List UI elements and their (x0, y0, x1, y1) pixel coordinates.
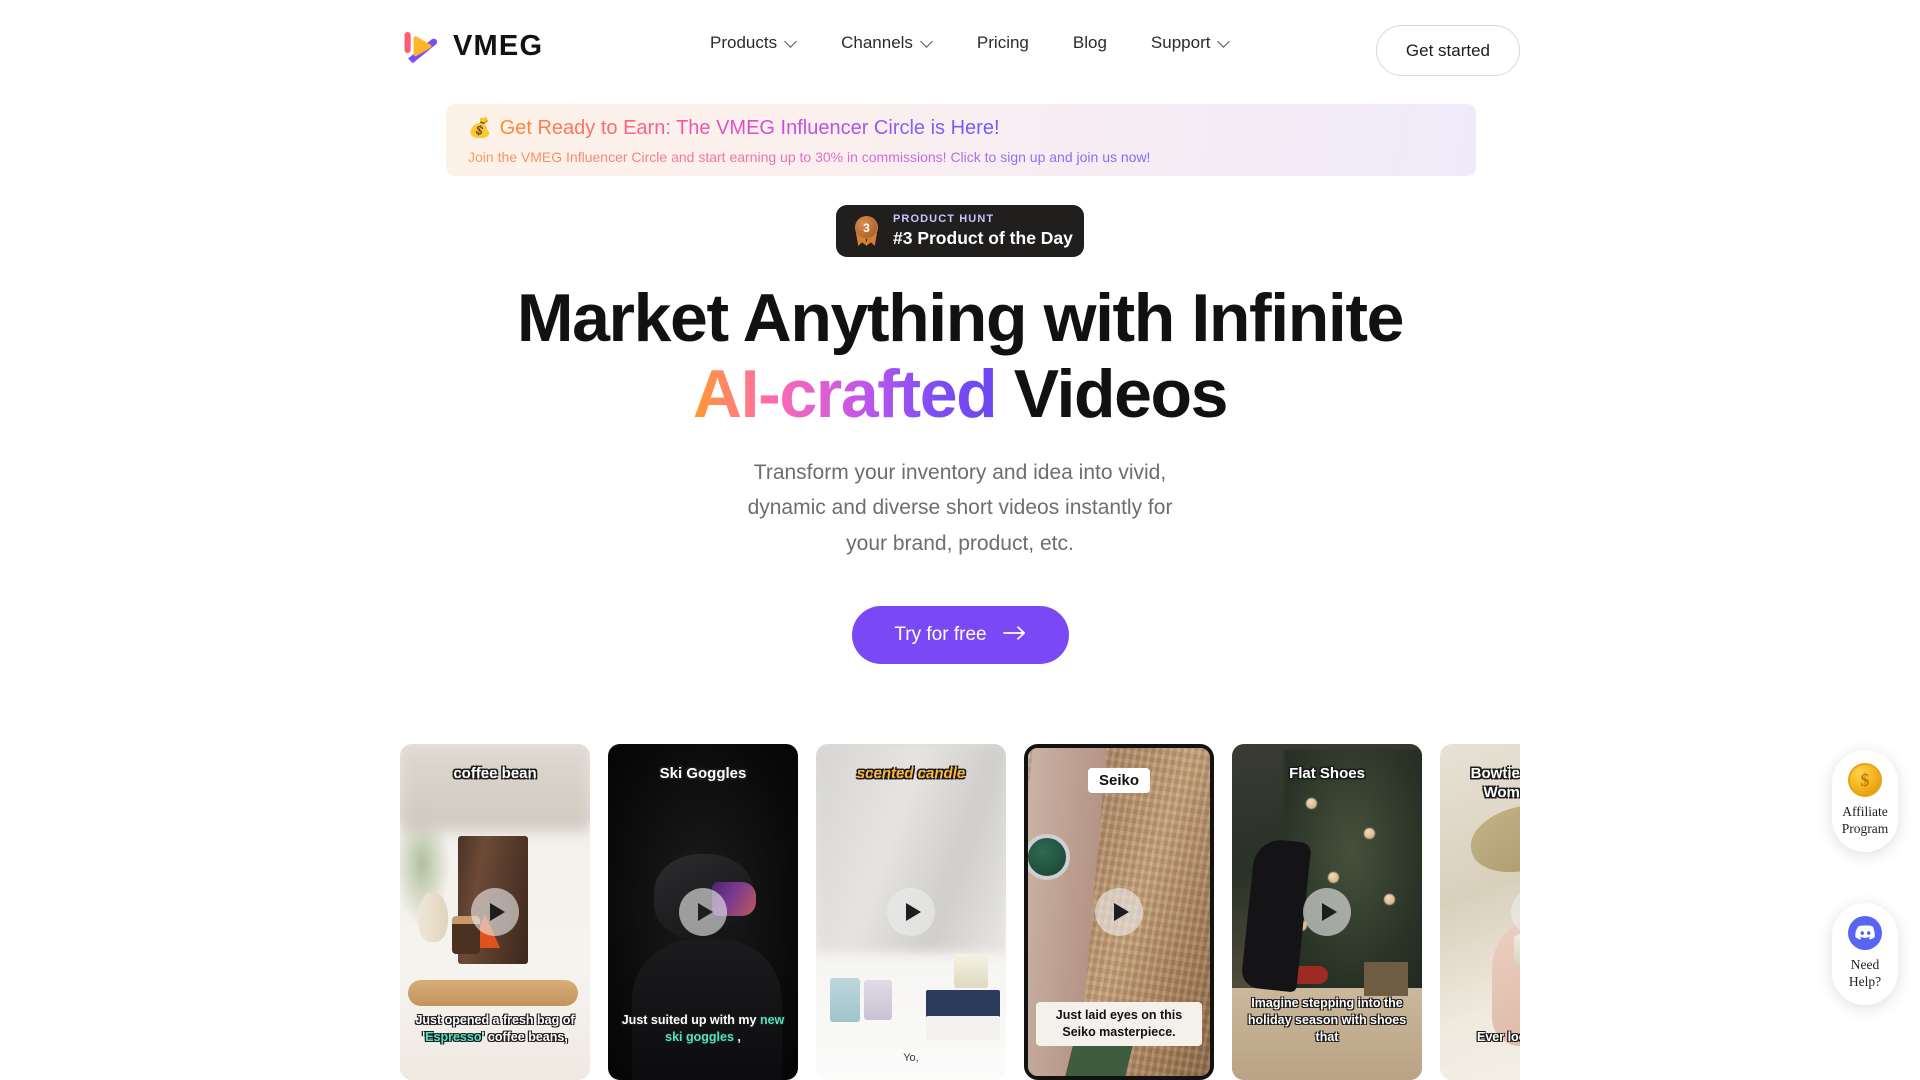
help-label-line1: Need (1850, 957, 1880, 972)
nav-label: Products (710, 33, 778, 52)
card-product-label: Flat Shoes (1289, 765, 1365, 782)
nav-item-support[interactable]: Support (1151, 34, 1231, 51)
arrow-right-icon (1002, 624, 1027, 646)
video-card-coffee-bean[interactable]: coffee bean Just opened a fresh bag of '… (400, 744, 590, 1080)
video-showcase-row[interactable]: coffee bean Just opened a fresh bag of '… (400, 744, 1520, 1080)
card-caption: Yo, (903, 1052, 919, 1065)
play-icon[interactable] (887, 888, 935, 936)
nav-label: Support (1150, 33, 1211, 52)
promo-banner-title: Get Ready to Earn: The VMEG Influencer C… (500, 114, 1000, 143)
card-caption: Just opened a fresh bag of 'Espresso' co… (408, 1012, 582, 1046)
cta-label: Try for free (894, 624, 987, 645)
page-title: Market Anything with Infinite AI-crafted… (0, 280, 1920, 432)
logo[interactable]: VMEG (400, 26, 543, 66)
video-card-flat-shoes[interactable]: Flat Shoes Imagine stepping into the hol… (1232, 744, 1422, 1080)
medal-rank: 3 (855, 216, 878, 239)
need-help-widget[interactable]: Need Help? (1832, 903, 1898, 1005)
card-caption: Just laid eyes on this Seiko masterpiece… (1036, 1002, 1202, 1046)
hero-subtitle-line3: your brand, product, etc. (846, 531, 1074, 555)
nav-item-channels[interactable]: Channels (841, 34, 933, 51)
hero-subtitle: Transform your inventory and idea into v… (0, 455, 1920, 561)
card-caption: Imagine stepping into the holiday season… (1247, 996, 1407, 1045)
affiliate-label-line1: Affiliate (1842, 804, 1888, 819)
play-icon[interactable] (1303, 888, 1351, 936)
promo-banner-subtitle: Join the VMEG Influencer Circle and star… (468, 149, 1151, 165)
gold-coin-icon: $ (1848, 763, 1882, 797)
vmeg-play-logo-icon (400, 26, 440, 66)
card-product-label: Seiko (1087, 768, 1151, 794)
nav-item-products[interactable]: Products (710, 34, 797, 51)
caption-part2: ' coffee beans, (481, 1030, 568, 1045)
product-hunt-text: PRODUCT HUNT #3 Product of the Day (893, 213, 1073, 248)
try-for-free-button[interactable]: Try for free (852, 606, 1069, 664)
product-hunt-title: #3 Product of the Day (893, 227, 1073, 248)
nav-label: Channels (841, 33, 913, 52)
hero-title-line1: Market Anything with Infinite (516, 280, 1405, 356)
caption-part1: Just suited up with my (621, 1013, 760, 1028)
hero-subtitle-line1: Transform your inventory and idea into v… (753, 461, 1167, 484)
hero-subtitle-line2: dynamic and diverse short videos instant… (747, 496, 1173, 520)
nav-label: Blog (1072, 33, 1107, 52)
affiliate-program-widget[interactable]: $ Affiliate Program (1832, 750, 1898, 852)
chevron-down-icon (1219, 36, 1230, 47)
vmeg-landing-page: VMEG Products Channels Pricing Blog Supp… (0, 0, 1920, 1080)
affiliate-program-label: Affiliate Program (1842, 804, 1889, 838)
affiliate-label-line2: Program (1841, 820, 1889, 836)
discord-icon (1848, 916, 1882, 950)
money-bag-icon: 💰 (468, 118, 492, 139)
video-card-seiko[interactable]: Seiko Just laid eyes on this Seiko maste… (1024, 744, 1214, 1080)
promo-banner-subtitle-row: Join the VMEG Influencer Circle and star… (468, 147, 1454, 168)
get-started-button[interactable]: Get started (1375, 25, 1520, 76)
play-icon[interactable] (1095, 888, 1143, 936)
video-card-ski-goggles[interactable]: Ski Goggles Just suited up with my new s… (608, 744, 798, 1080)
card-product-label: Ski Goggles (659, 765, 747, 782)
need-help-label: Need Help? (1849, 957, 1881, 991)
card-caption: Just suited up with my new ski goggles , (616, 1012, 790, 1046)
product-hunt-eyebrow: PRODUCT HUNT (893, 213, 995, 226)
hero-title-line2-rest: Videos (996, 356, 1229, 433)
promo-banner[interactable]: 💰 Get Ready to Earn: The VMEG Influencer… (446, 104, 1476, 176)
video-card-scented-candle[interactable]: scented candle Yo, (816, 744, 1006, 1080)
nav-label: Pricing (976, 33, 1029, 52)
play-icon[interactable] (679, 888, 727, 936)
help-label-line2: Help? (1848, 973, 1882, 989)
play-icon[interactable] (471, 888, 519, 936)
card-caption: Ever looked at your (1476, 1030, 1520, 1045)
chevron-down-icon (922, 36, 933, 47)
hero-title-highlight: AI-crafted (692, 356, 998, 433)
chevron-down-icon (786, 36, 797, 47)
nav-item-blog[interactable]: Blog (1073, 34, 1107, 51)
medal-icon: 3 (852, 216, 882, 246)
caption-highlight: Espresso (425, 1030, 482, 1045)
card-product-label: scented candle (856, 765, 966, 782)
product-hunt-badge[interactable]: 3 PRODUCT HUNT #3 Product of the Day (836, 205, 1084, 257)
card-product-label: Bowtie Accessory Women Shoes (1470, 765, 1520, 802)
card-product-label: coffee bean (453, 765, 537, 782)
caption-part2: , (733, 1030, 741, 1045)
site-header: VMEG Products Channels Pricing Blog Supp… (0, 0, 1920, 100)
logo-text: VMEG (453, 29, 544, 62)
main-nav: Products Channels Pricing Blog Support (710, 34, 1230, 51)
promo-banner-title-row: 💰 Get Ready to Earn: The VMEG Influencer… (468, 114, 1454, 143)
video-card-bowtie-women-shoes[interactable]: Bowtie Accessory Women Shoes Ever looked… (1440, 744, 1520, 1080)
nav-item-pricing[interactable]: Pricing (977, 34, 1029, 51)
